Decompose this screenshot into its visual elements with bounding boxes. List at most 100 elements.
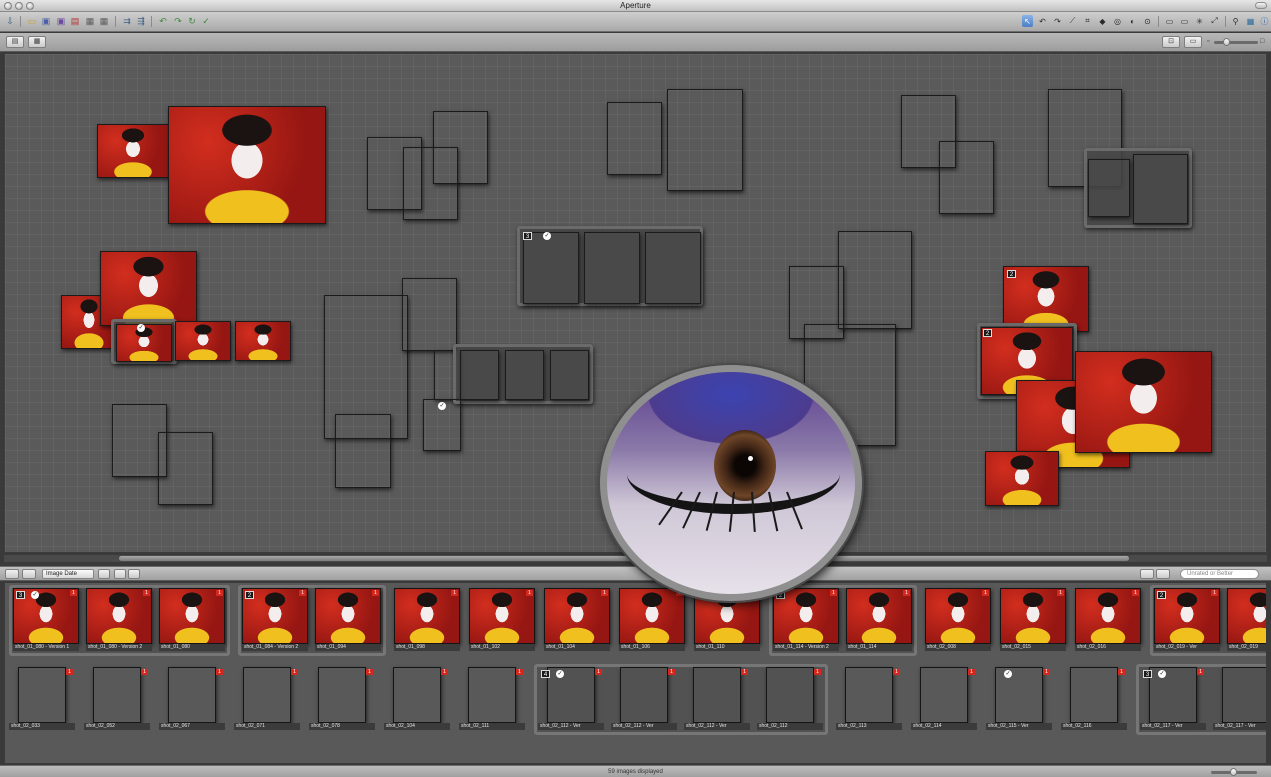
browser-thumbnail[interactable]: 1 shot_02_113 bbox=[836, 667, 902, 730]
browser-thumbnail[interactable]: 1 shot_02_116 bbox=[1061, 667, 1127, 730]
browser-thumbnail[interactable]: 1 shot_01_080 - Version 2 bbox=[86, 588, 152, 651]
new-album-icon[interactable]: ▣ bbox=[40, 15, 52, 27]
search-input[interactable]: Unrated or Better bbox=[1180, 569, 1259, 579]
browser-thumbnail[interactable]: 1 shot_02_015 bbox=[1000, 588, 1066, 651]
filmstrip-view-button[interactable] bbox=[5, 569, 19, 579]
browser-thumbnail[interactable]: 1 shot_02_033 bbox=[9, 667, 75, 730]
light-table-photo[interactable] bbox=[158, 432, 213, 505]
thumbnail-view-button[interactable] bbox=[1156, 569, 1170, 579]
lock-button[interactable] bbox=[128, 569, 140, 579]
browser-thumbnail[interactable]: 1 shot_01_080 bbox=[159, 588, 225, 651]
adjustments-icon[interactable]: ▦ bbox=[1245, 15, 1256, 27]
browser-thumbnail[interactable]: 1 shot_01_104 bbox=[544, 588, 610, 651]
browser-thumbnail[interactable]: 1 2 shot_02_019 - Ver bbox=[1154, 588, 1220, 651]
loupe-magnifier[interactable] bbox=[600, 365, 862, 601]
browser-thumbnail[interactable]: 1 shot_02_071 bbox=[234, 667, 300, 730]
light-table-photo[interactable] bbox=[645, 232, 701, 304]
browser-thumbnail[interactable]: 1 3 ✓ shot_02_117 - Ver bbox=[1140, 667, 1206, 730]
new-project-icon[interactable]: ▭ bbox=[26, 15, 38, 27]
browser-thumbnail[interactable]: 1 shot_01_106 bbox=[619, 588, 685, 651]
straighten-tool-icon[interactable]: ⟋ bbox=[1067, 15, 1078, 27]
browser-thumbnail[interactable]: 1 shot_02_016 bbox=[1075, 588, 1141, 651]
light-table-photo[interactable] bbox=[403, 147, 458, 220]
light-table-photo[interactable] bbox=[584, 232, 640, 304]
unstack-icon[interactable]: ⇶ bbox=[135, 15, 147, 27]
rotate-right-tool-icon[interactable]: ↷ bbox=[1052, 15, 1063, 27]
light-table-photo[interactable] bbox=[235, 321, 291, 361]
browser-thumbnail[interactable]: 1 shot_02_114 bbox=[911, 667, 977, 730]
info-icon[interactable]: ⓘ bbox=[1259, 15, 1270, 27]
light-table-stack[interactable] bbox=[453, 344, 593, 404]
browser-thumbnail[interactable]: 1 shot_02_112 bbox=[757, 667, 823, 730]
crop-tool-icon[interactable]: ⌗ bbox=[1082, 15, 1093, 27]
light-table-photo[interactable] bbox=[985, 451, 1059, 506]
light-table-photo[interactable] bbox=[607, 102, 662, 175]
light-table-photo[interactable] bbox=[505, 350, 544, 400]
light-table-photo[interactable] bbox=[523, 232, 579, 304]
loupe-tool-icon[interactable]: ⊙ bbox=[1142, 15, 1153, 27]
light-table-photo[interactable] bbox=[1088, 159, 1130, 217]
light-table-photo[interactable] bbox=[402, 278, 457, 351]
query-hud-button[interactable] bbox=[114, 569, 126, 579]
rotate-right-icon[interactable]: ↷ bbox=[172, 15, 184, 27]
split-view-icon[interactable]: ✳ bbox=[1194, 15, 1205, 27]
browser-view-icon[interactable]: ▭ bbox=[1164, 15, 1175, 27]
select-tool-icon[interactable]: ↖ bbox=[1022, 15, 1033, 27]
browser-thumbnail[interactable]: 1 shot_02_067 bbox=[159, 667, 225, 730]
light-table-photo[interactable] bbox=[550, 350, 589, 400]
light-table-photo[interactable] bbox=[460, 350, 499, 400]
fullscreen-icon[interactable]: ⤢ bbox=[1209, 15, 1220, 27]
light-table-stack[interactable]: 3 ✓ bbox=[517, 226, 703, 306]
light-table-photo[interactable] bbox=[175, 321, 231, 361]
viewer-view-icon[interactable]: ▭ bbox=[1179, 15, 1190, 27]
new-web-icon[interactable]: ▦ bbox=[98, 15, 110, 27]
import-icon[interactable]: ⇩ bbox=[4, 15, 16, 27]
size-button[interactable]: ▭ bbox=[1184, 36, 1202, 48]
browser-thumbnail[interactable]: 1 shot_02_112 - Ver bbox=[684, 667, 750, 730]
browser-thumbnail[interactable]: 1 shot_01_094 bbox=[315, 588, 381, 651]
browser-thumbnail[interactable]: 1 shot_02_104 bbox=[384, 667, 450, 730]
browser-thumbnail[interactable]: 1 2 shot_01_084 - Version 2 bbox=[242, 588, 308, 651]
light-table-photo[interactable] bbox=[667, 89, 743, 191]
light-table-photo[interactable] bbox=[939, 141, 994, 214]
browser-thumbnail[interactable]: 1 shot_01_098 bbox=[394, 588, 460, 651]
new-smart-album-icon[interactable]: ▣ bbox=[55, 15, 67, 27]
light-table-photo[interactable] bbox=[1133, 154, 1188, 224]
rotate-icon[interactable]: ↻ bbox=[186, 15, 198, 27]
new-book-icon[interactable]: ▦ bbox=[84, 15, 96, 27]
metadata-panel-button[interactable]: ▦ bbox=[28, 36, 46, 48]
light-table-photo[interactable] bbox=[100, 251, 197, 326]
stack-icon[interactable]: ⇉ bbox=[121, 15, 133, 27]
browser-thumbnail[interactable]: 1 4 ✓ shot_02_112 - Ver bbox=[538, 667, 604, 730]
browser-thumbnail[interactable]: 1shot_02_117 - Ver bbox=[1213, 667, 1266, 730]
browser-thumbnail[interactable]: 1 shot_02_111 bbox=[459, 667, 525, 730]
check-icon[interactable]: ✓ bbox=[200, 15, 212, 27]
new-light-table-icon[interactable]: ▤ bbox=[69, 15, 81, 27]
browser-thumbnail[interactable]: 1 shot_01_114 bbox=[846, 588, 912, 651]
loupe-icon[interactable]: ⚲ bbox=[1230, 15, 1241, 27]
browser-thumbnail[interactable]: 1 shot_01_102 bbox=[469, 588, 535, 651]
toolbar-toggle-button[interactable] bbox=[1255, 2, 1267, 9]
light-table-stack[interactable]: ✓ bbox=[111, 319, 177, 364]
browser-thumbnail[interactable]: 1 shot_02_112 - Ver bbox=[611, 667, 677, 730]
projects-panel-button[interactable]: ▤ bbox=[6, 36, 24, 48]
browser-thumbnail[interactable]: 1 2 shot_01_114 - Version 2 bbox=[773, 588, 839, 651]
rotate-left-icon[interactable]: ↶ bbox=[157, 15, 169, 27]
rotate-left-tool-icon[interactable]: ↶ bbox=[1037, 15, 1048, 27]
browser-thumbnail[interactable]: 1 shot_02_078 bbox=[309, 667, 375, 730]
spot-patch-tool-icon[interactable]: ◎ bbox=[1112, 15, 1123, 27]
list-view-button[interactable] bbox=[22, 569, 36, 579]
light-table-photo[interactable] bbox=[838, 231, 912, 329]
zoom-slider-knob[interactable] bbox=[1223, 38, 1230, 46]
light-table-photo[interactable] bbox=[97, 124, 169, 178]
thumbnail-size-knob[interactable] bbox=[1230, 768, 1237, 776]
redeye-tool-icon[interactable]: ◆ bbox=[1097, 15, 1108, 27]
sort-select[interactable]: Image Date bbox=[42, 569, 94, 579]
light-table-photo[interactable] bbox=[335, 414, 391, 488]
light-table-photo[interactable] bbox=[1075, 351, 1212, 453]
light-table-stack[interactable] bbox=[1084, 148, 1192, 228]
sort-direction-button[interactable] bbox=[98, 569, 110, 579]
grid-view-button[interactable] bbox=[1140, 569, 1154, 579]
browser-thumbnail[interactable]: 1shot_02_019 bbox=[1227, 588, 1266, 651]
browser-thumbnail[interactable]: 1 ✓ shot_02_115 - Ver bbox=[986, 667, 1052, 730]
